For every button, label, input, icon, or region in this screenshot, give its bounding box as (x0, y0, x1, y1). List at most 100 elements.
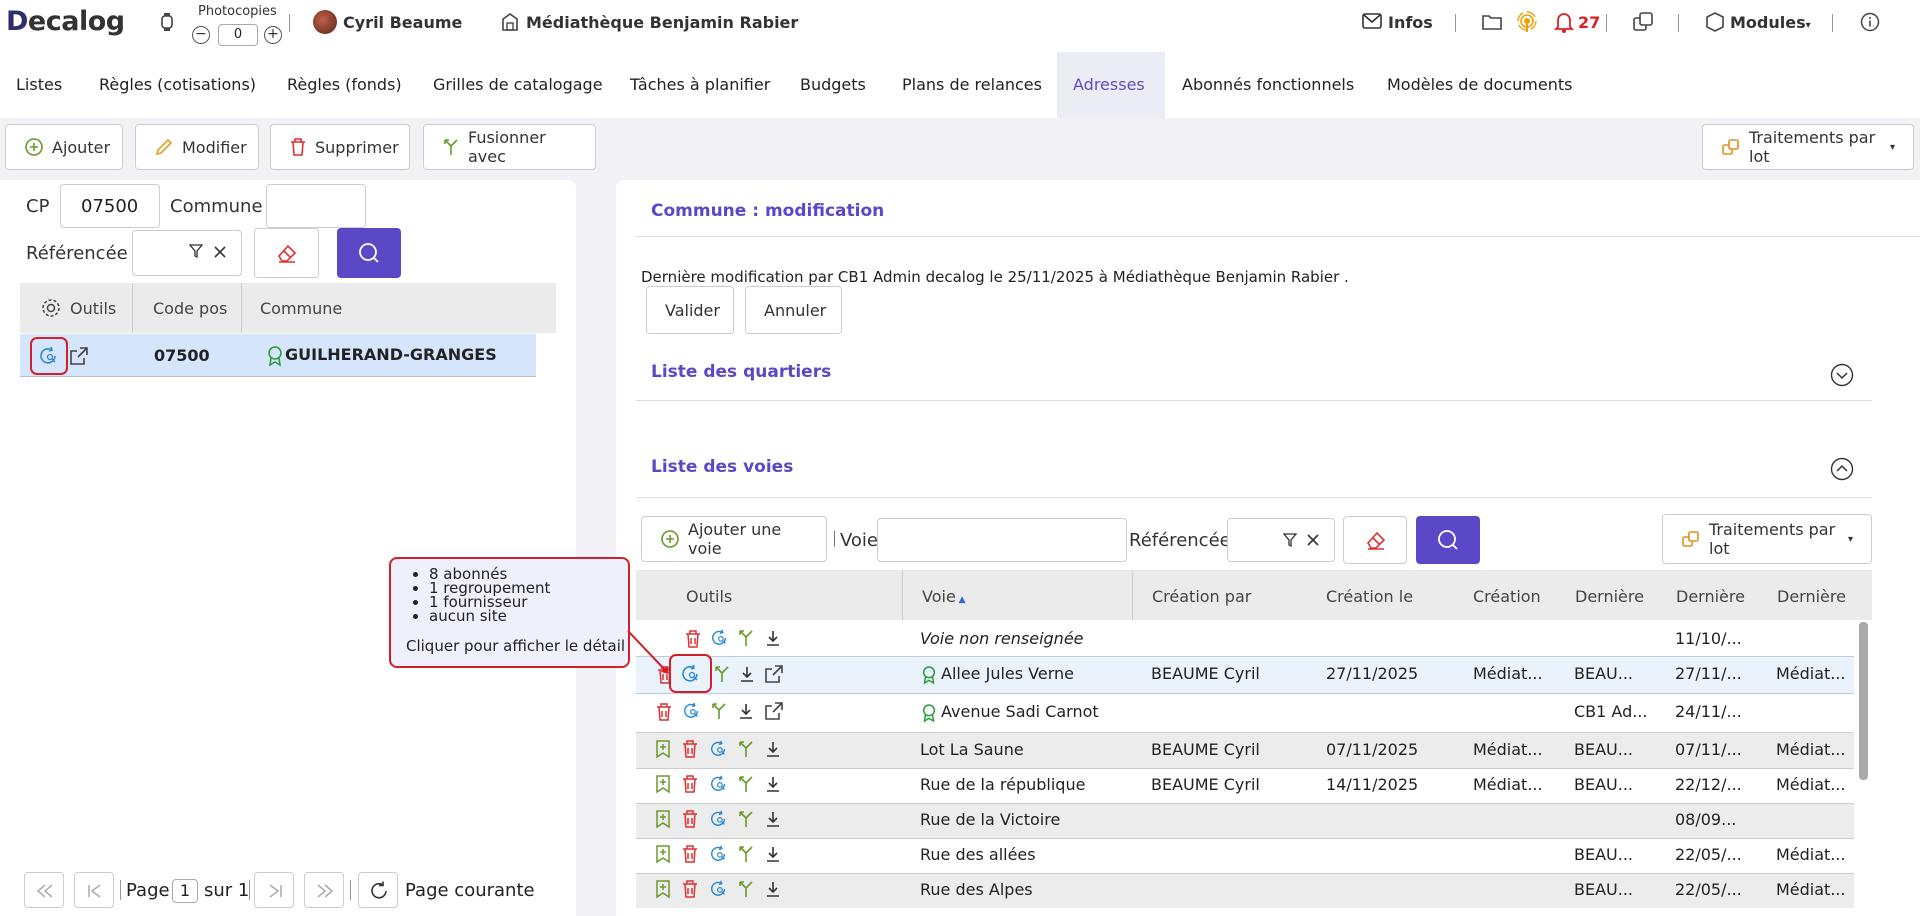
delete-row-icon[interactable] (681, 739, 699, 759)
photocopies-decrement-button[interactable]: − (192, 26, 210, 44)
chevron-down-icon[interactable] (1830, 363, 1854, 387)
open-external-icon[interactable] (763, 700, 785, 722)
merge-icon[interactable] (737, 844, 755, 864)
folder-icon[interactable] (1481, 12, 1503, 32)
download-icon[interactable] (737, 701, 755, 721)
tab-regles-cotisations[interactable]: Règles (cotisations) (83, 52, 272, 118)
edit-button[interactable]: Modifier (135, 124, 259, 170)
tools-column-header[interactable]: Outils (70, 299, 116, 318)
quartiers-section-title[interactable]: Liste des quartiers (651, 362, 831, 382)
refresh-search-icon[interactable] (709, 774, 729, 794)
bookmark-add-icon[interactable] (654, 774, 672, 794)
photocopies-input[interactable]: 0 (218, 24, 258, 46)
tab-adresses[interactable]: Adresses (1057, 52, 1165, 118)
merge-icon[interactable] (737, 774, 755, 794)
voie-input[interactable] (877, 518, 1127, 562)
refresh-search-icon[interactable] (709, 844, 729, 864)
delete-button[interactable]: Supprimer (270, 124, 410, 170)
delete-row-icon[interactable] (681, 844, 699, 864)
delete-row-icon[interactable] (681, 774, 699, 794)
first-page-button[interactable] (24, 872, 64, 908)
modules-menu[interactable]: Modules▾ (1730, 13, 1811, 32)
last-modified-at-column-header[interactable]: Dernière (1777, 587, 1846, 606)
refresh-button[interactable] (358, 872, 398, 908)
info-icon[interactable] (1860, 12, 1880, 32)
user-avatar[interactable] (313, 10, 337, 34)
merge-icon[interactable] (737, 628, 755, 648)
table-row[interactable] (636, 873, 1854, 908)
commune-input[interactable] (266, 184, 366, 228)
delete-row-icon[interactable] (684, 629, 702, 649)
search-button[interactable] (1416, 516, 1480, 564)
refresh-search-icon[interactable] (710, 628, 730, 648)
merge-icon[interactable] (737, 739, 755, 759)
merge-button[interactable]: Fusionner avec (423, 124, 596, 170)
table-row[interactable] (636, 694, 1854, 732)
merge-icon[interactable] (737, 879, 755, 899)
merge-icon[interactable] (710, 701, 728, 721)
tab-taches-planifier[interactable]: Tâches à planifier (614, 52, 786, 118)
tab-regles-fonds[interactable]: Règles (fonds) (271, 52, 418, 118)
last-modified-on-column-header[interactable]: Dernière (1676, 587, 1745, 606)
bookmark-add-icon[interactable] (654, 879, 672, 899)
voies-section-title[interactable]: Liste des voies (651, 457, 793, 477)
bookmark-add-icon[interactable] (654, 739, 672, 759)
referenced-select[interactable] (1227, 518, 1335, 562)
delete-row-icon[interactable] (655, 702, 673, 722)
last-modified-by-column-header[interactable]: Dernière (1575, 587, 1644, 606)
delete-row-icon[interactable] (681, 809, 699, 829)
merge-icon[interactable] (737, 809, 755, 829)
decalog-logo[interactable]: Decalog (6, 6, 125, 37)
page-input[interactable]: 1 (172, 879, 198, 903)
add-voie-button[interactable]: Ajouter une voie (641, 516, 827, 562)
refresh-search-icon[interactable] (38, 345, 60, 367)
refresh-search-icon[interactable] (680, 663, 702, 685)
delete-row-icon[interactable] (681, 879, 699, 899)
bookmark-add-icon[interactable] (654, 844, 672, 864)
library-name[interactable]: Médiathèque Benjamin Rabier (526, 13, 798, 32)
clear-icon[interactable] (213, 245, 227, 259)
download-icon[interactable] (764, 739, 782, 759)
tools-column-header[interactable]: Outils (686, 587, 732, 606)
download-icon[interactable] (764, 774, 782, 794)
windows-icon[interactable] (1632, 11, 1654, 33)
photocopies-increment-button[interactable]: + (264, 26, 282, 44)
broadcast-icon[interactable] (1516, 11, 1538, 33)
reset-filters-button[interactable] (254, 228, 319, 278)
last-page-button[interactable] (304, 872, 344, 908)
clear-icon[interactable] (1306, 533, 1320, 547)
infos-link[interactable]: Infos (1388, 13, 1433, 32)
user-name[interactable]: Cyril Beaume (343, 13, 462, 32)
bookmark-add-icon[interactable] (654, 809, 672, 829)
cancel-button[interactable]: Annuler (745, 286, 842, 334)
refresh-search-icon[interactable] (682, 701, 702, 721)
download-icon[interactable] (764, 844, 782, 864)
tab-plans-relances[interactable]: Plans de relances (886, 52, 1058, 118)
refresh-search-icon[interactable] (709, 879, 729, 899)
cp-input[interactable]: 07500 (60, 184, 160, 228)
created-on-column-header[interactable]: Création le (1326, 587, 1413, 606)
search-button[interactable] (337, 228, 401, 278)
tab-modeles-documents[interactable]: Modèles de documents (1371, 52, 1588, 118)
referenced-select[interactable] (132, 230, 242, 276)
merge-icon[interactable] (713, 664, 731, 684)
watch-icon[interactable] (157, 12, 177, 32)
creation-column-header[interactable]: Création (1473, 587, 1541, 606)
table-row[interactable] (636, 620, 1854, 656)
table-row[interactable] (636, 838, 1854, 873)
validate-button[interactable]: Valider (646, 286, 734, 334)
batch-processing-button[interactable]: Traitements par lot ▾ (1702, 124, 1914, 170)
reset-filters-button[interactable] (1343, 516, 1407, 564)
add-button[interactable]: Ajouter (5, 124, 123, 170)
open-external-icon[interactable] (68, 345, 90, 367)
download-icon[interactable] (738, 664, 756, 684)
tab-budgets[interactable]: Budgets (784, 52, 882, 118)
download-icon[interactable] (764, 809, 782, 829)
refresh-search-icon[interactable] (709, 809, 729, 829)
voies-batch-processing-button[interactable]: Traitements par lot ▾ (1662, 514, 1872, 564)
open-external-icon[interactable] (763, 663, 785, 685)
tab-listes[interactable]: Listes (0, 52, 78, 118)
bell-icon[interactable] (1554, 11, 1574, 33)
voie-column-header[interactable]: Voie ▲ (922, 587, 966, 606)
table-row[interactable] (636, 803, 1854, 838)
